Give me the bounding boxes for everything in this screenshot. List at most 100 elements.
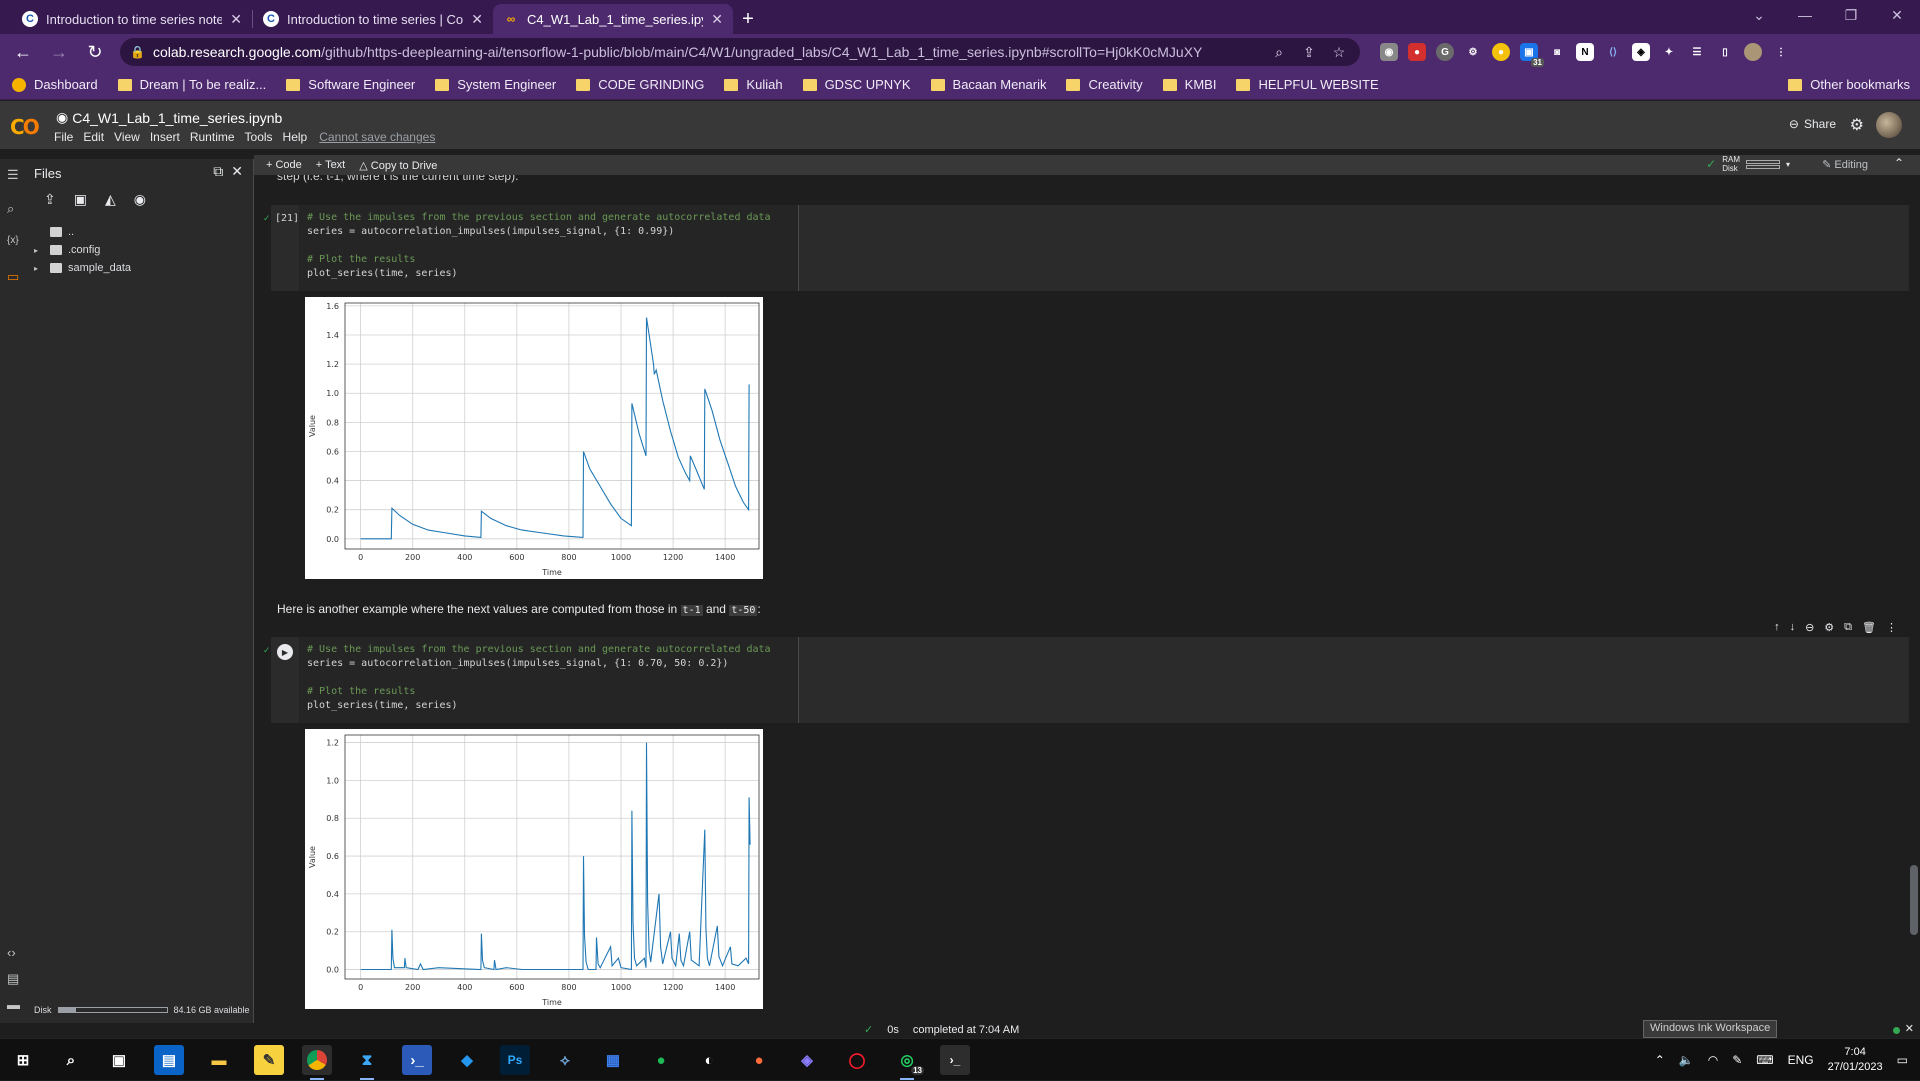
tool-icon[interactable]: ⟡: [550, 1045, 580, 1075]
postman-icon[interactable]: ●: [744, 1045, 774, 1075]
code-cell-21[interactable]: ✓ [21] # Use the impulses from the previ…: [263, 205, 1909, 291]
keyboard-icon[interactable]: ⌨: [1756, 1053, 1773, 1067]
notifications-icon[interactable]: ▭: [1897, 1053, 1908, 1067]
whatsapp-icon[interactable]: ◎ 13: [892, 1045, 924, 1080]
close-tab-icon[interactable]: ✕: [471, 11, 483, 28]
reload-button[interactable]: ↻: [80, 37, 110, 67]
extension-icon[interactable]: ●: [1492, 43, 1510, 61]
upload-file-icon[interactable]: ⇪: [44, 191, 56, 208]
search-icon[interactable]: ⌕: [56, 1045, 86, 1075]
app-icon[interactable]: ◈: [792, 1045, 822, 1075]
puzzle-extensions-icon[interactable]: ✦: [1660, 43, 1678, 61]
settings-gear-icon[interactable]: ⚙: [1850, 115, 1864, 135]
windows-start-icon[interactable]: ⊞: [8, 1045, 38, 1075]
menu-edit[interactable]: Edit: [83, 130, 104, 144]
side-panel-icon[interactable]: ▯: [1716, 43, 1734, 61]
code-editor[interactable]: # Use the impulses from the previous sec…: [299, 205, 799, 291]
restore-button[interactable]: ❐: [1828, 0, 1874, 30]
notion-icon[interactable]: N: [1576, 43, 1594, 61]
vscode-icon[interactable]: ⧗: [352, 1045, 382, 1080]
extension-icon[interactable]: ⟨⟩: [1604, 43, 1622, 61]
other-bookmarks[interactable]: Other bookmarks: [1788, 77, 1910, 92]
extension-badge-icon[interactable]: ▣ 31: [1520, 43, 1544, 67]
new-tab-button[interactable]: +: [733, 4, 763, 34]
code-cell-2[interactable]: ↑ ↓ ⊖ ⚙ ⧉ 🗑 ⋮ ✓ ▶ # Use the impulses fro…: [263, 621, 1909, 723]
sticky-notes-icon[interactable]: ✎: [254, 1045, 284, 1075]
address-bar[interactable]: 🔒 colab.research.google.com/github/https…: [120, 38, 1360, 66]
collapse-header-icon[interactable]: ⌃: [1894, 156, 1904, 170]
wifi-icon[interactable]: ◠: [1708, 1053, 1718, 1067]
run-cell-play-icon[interactable]: ▶: [277, 644, 293, 660]
minimize-button[interactable]: —: [1782, 0, 1828, 30]
tree-item-parent[interactable]: ..: [34, 223, 131, 241]
docker-icon[interactable]: ◆: [452, 1045, 482, 1075]
menu-tools[interactable]: Tools: [245, 130, 273, 144]
terminal-app-icon[interactable]: ›_: [940, 1045, 970, 1075]
vertical-scrollbar[interactable]: [1910, 865, 1918, 935]
add-text-button[interactable]: + Text: [316, 159, 345, 171]
colab-logo[interactable]: CO: [10, 115, 40, 139]
browser-tab-2[interactable]: C Introduction to time series | Cour ✕: [253, 4, 493, 34]
bookmark-folder[interactable]: CODE GRINDING: [576, 77, 704, 92]
delete-cell-icon[interactable]: 🗑: [1862, 621, 1876, 634]
more-cell-actions-icon[interactable]: ⋮: [1886, 621, 1897, 634]
more-menu-icon[interactable]: ⋮: [1772, 43, 1790, 61]
chrome-icon[interactable]: [302, 1045, 332, 1080]
close-panel-icon[interactable]: ✕: [231, 163, 243, 180]
code-snippets-icon[interactable]: ‹›: [7, 945, 16, 960]
bookmark-folder[interactable]: Software Engineer: [286, 77, 415, 92]
extension-icon[interactable]: ◈: [1632, 43, 1650, 61]
ram-disk-indicator[interactable]: ✓ RAM Disk ▾: [1706, 155, 1790, 173]
new-folder-icon[interactable]: ▣: [74, 191, 87, 208]
files-folder-icon[interactable]: ▭: [7, 269, 19, 285]
extension-icon[interactable]: ●: [1408, 43, 1426, 61]
share-page-icon[interactable]: ⇪: [1298, 44, 1320, 61]
language-indicator[interactable]: ENG: [1788, 1053, 1814, 1067]
chevron-down-icon[interactable]: ▾: [1786, 160, 1790, 169]
camera-extension-icon[interactable]: ◙: [1548, 43, 1566, 61]
show-hidden-eye-icon[interactable]: ◉: [134, 191, 146, 208]
forward-button[interactable]: →: [44, 37, 74, 67]
browser-tab-3-active[interactable]: ∞ C4_W1_Lab_1_time_series.ipynb ✕: [493, 4, 733, 34]
tab-search-icon[interactable]: ⌄: [1736, 0, 1782, 30]
file-explorer-icon[interactable]: ▬: [204, 1045, 234, 1075]
command-palette-icon[interactable]: ▤: [7, 971, 19, 987]
bookmark-folder[interactable]: HELPFUL WEBSITE: [1236, 77, 1379, 92]
app-icon[interactable]: ◐: [694, 1045, 724, 1075]
table-of-contents-icon[interactable]: ☰: [7, 167, 19, 183]
menu-insert[interactable]: Insert: [150, 130, 180, 144]
volume-icon[interactable]: 🔈: [1679, 1053, 1694, 1067]
bookmark-star-icon[interactable]: ☆: [1328, 44, 1350, 61]
copy-to-drive-button[interactable]: △ Copy to Drive: [359, 159, 437, 172]
clock[interactable]: 7:04 27/01/2023: [1828, 1045, 1883, 1075]
mirror-cell-icon[interactable]: ⧉: [1844, 621, 1852, 634]
cannot-save-link[interactable]: Cannot save changes: [319, 130, 435, 144]
reading-list-icon[interactable]: ☰: [1688, 43, 1706, 61]
close-window-button[interactable]: ✕: [1874, 0, 1920, 30]
tree-item-config[interactable]: ▸ .config: [34, 241, 131, 259]
back-button[interactable]: ←: [8, 37, 38, 67]
editing-mode-button[interactable]: ✎ Editing: [1822, 158, 1868, 171]
close-status-icon[interactable]: ✕: [1905, 1022, 1914, 1035]
photoshop-icon[interactable]: Ps: [500, 1045, 530, 1075]
menu-help[interactable]: Help: [283, 130, 308, 144]
menu-view[interactable]: View: [114, 130, 140, 144]
pen-icon[interactable]: ✎: [1732, 1053, 1742, 1067]
bookmark-folder[interactable]: Dream | To be realiz...: [117, 77, 266, 92]
execution-status[interactable]: ✓ 0s completed at 7:04 AM: [864, 1023, 1019, 1037]
lock-icon[interactable]: 🔒: [130, 45, 145, 59]
chevron-up-icon[interactable]: ⌃: [1655, 1053, 1665, 1067]
spotify-icon[interactable]: ●: [646, 1045, 676, 1075]
add-code-button[interactable]: + Code: [266, 159, 302, 171]
extension-icon[interactable]: ◉: [1380, 43, 1398, 61]
profile-avatar[interactable]: [1744, 43, 1762, 61]
link-cell-icon[interactable]: ⊖: [1805, 621, 1814, 634]
url-text[interactable]: colab.research.google.com/github/https-d…: [153, 44, 1260, 60]
bookmark-folder[interactable]: Bacaan Menarik: [930, 77, 1046, 92]
move-down-icon[interactable]: ↓: [1790, 621, 1796, 634]
bookmark-folder[interactable]: KMBI: [1162, 77, 1216, 92]
browser-tab-1[interactable]: C Introduction to time series noteb ✕: [12, 4, 252, 34]
zoom-search-icon[interactable]: ⌕: [1268, 44, 1290, 61]
task-view-icon[interactable]: ▣: [104, 1045, 134, 1075]
powershell-icon[interactable]: ›_: [402, 1045, 432, 1075]
